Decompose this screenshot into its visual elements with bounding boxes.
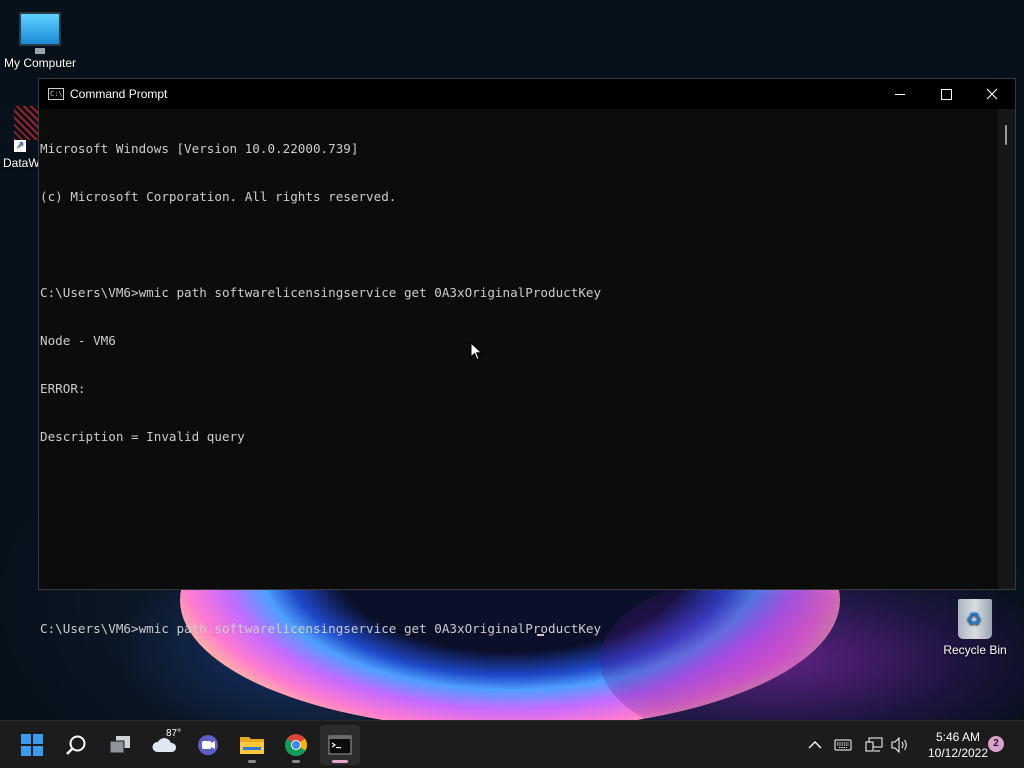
window-title: Command Prompt — [70, 87, 168, 101]
close-button[interactable] — [969, 79, 1015, 109]
weather-widget[interactable]: 87° — [144, 725, 184, 765]
clock-date: 10/12/2022 — [927, 746, 989, 760]
chevron-up-icon — [808, 741, 822, 749]
console-line: Microsoft Windows [Version 10.0.22000.73… — [40, 141, 359, 156]
teams-chat-button[interactable] — [188, 725, 228, 765]
running-indicator — [292, 760, 300, 763]
taskbar: 87° 5:46 AM 10/12/2022 — [0, 720, 1024, 768]
search-button[interactable] — [56, 725, 96, 765]
task-view-icon — [109, 736, 130, 754]
cmd-icon: C:\ — [48, 88, 64, 100]
keyboard-icon — [834, 739, 852, 751]
chrome-icon — [284, 734, 308, 756]
network-icon — [865, 737, 883, 752]
mouse-pointer-icon — [470, 342, 483, 361]
teams-chat-icon — [198, 735, 218, 755]
terminal-icon — [328, 735, 352, 755]
running-indicator — [248, 760, 256, 763]
notification-badge[interactable]: 2 — [988, 736, 1004, 752]
window-controls — [877, 79, 1015, 109]
desktop-icon-dataw[interactable]: ↗ DataW — [0, 106, 42, 170]
task-view-button[interactable] — [100, 725, 140, 765]
console-line: ERROR: — [40, 381, 86, 396]
console-line: Description = Invalid query — [40, 429, 245, 444]
clock-time: 5:46 AM — [935, 730, 981, 744]
maximize-button[interactable] — [923, 79, 969, 109]
monitor-icon — [19, 12, 61, 54]
command-prompt-window[interactable]: C:\ Command Prompt Microsoft Windows [Ve… — [38, 78, 1016, 636]
volume-button[interactable] — [888, 721, 912, 768]
scrollbar-thumb[interactable] — [1005, 125, 1007, 145]
network-button[interactable] — [862, 721, 886, 768]
close-icon — [986, 88, 998, 100]
vertical-scrollbar[interactable] — [998, 109, 1015, 589]
file-explorer-button[interactable] — [232, 725, 272, 765]
console-input-line[interactable]: C:\Users\VM6>wmic path softwarelicensing… — [40, 621, 998, 637]
clock[interactable]: 5:46 AM 10/12/2022 — [918, 729, 998, 761]
desktop-icon-my-computer[interactable]: My Computer — [0, 8, 80, 70]
minimize-button[interactable] — [877, 79, 923, 109]
console-line: (c) Microsoft Corporation. All rights re… — [40, 189, 397, 204]
console-line: C:\Users\VM6>wmic path softwarelicensing… — [40, 285, 602, 300]
show-hidden-icons-button[interactable] — [804, 721, 826, 768]
text-cursor — [537, 634, 545, 636]
console-command: C:\Users\VM6>wmic path softwarelicensing… — [40, 621, 602, 636]
chrome-button[interactable] — [276, 725, 316, 765]
start-icon — [21, 734, 43, 756]
search-icon — [66, 735, 86, 755]
active-indicator — [332, 760, 348, 763]
console-line: Node - VM6 — [40, 333, 116, 348]
terminal-button[interactable] — [320, 725, 360, 765]
keyboard-button[interactable] — [832, 721, 854, 768]
desktop-icon-label: DataW — [3, 156, 40, 170]
file-explorer-icon — [240, 737, 264, 754]
start-button[interactable] — [12, 725, 52, 765]
volume-icon — [891, 737, 907, 753]
shortcut-arrow-icon: ↗ — [14, 140, 26, 152]
desktop-icon-label: My Computer — [3, 56, 77, 70]
window-titlebar[interactable]: C:\ Command Prompt — [39, 79, 1015, 109]
console-output[interactable]: Microsoft Windows [Version 10.0.22000.73… — [39, 109, 998, 636]
weather-temperature: 87° — [166, 728, 182, 739]
